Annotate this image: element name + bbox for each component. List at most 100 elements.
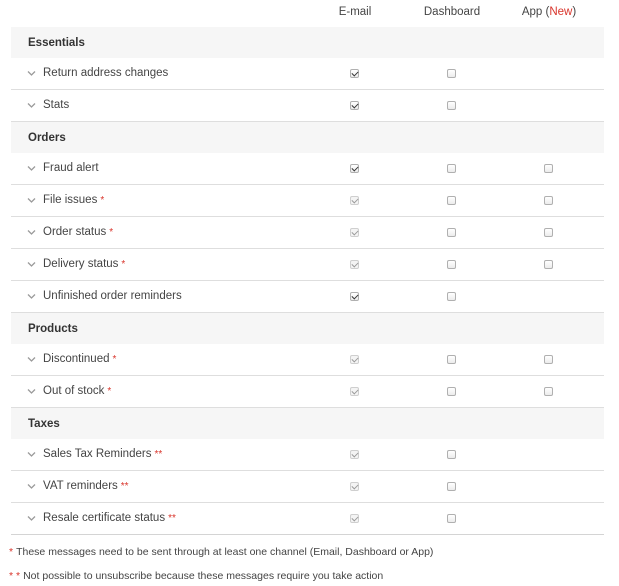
setting-label-text: Resale certificate status xyxy=(43,512,166,524)
section-title: Orders xyxy=(28,131,66,144)
notification-settings-table: Essentials Return address changes Stats Ord… xyxy=(11,27,604,535)
dashboard-checkbox[interactable] xyxy=(447,228,456,237)
email-checkbox xyxy=(350,260,359,269)
setting-label-text: Return address changes xyxy=(43,67,169,79)
setting-label: File issues * xyxy=(43,194,104,206)
setting-label-text: Fraud alert xyxy=(43,162,99,174)
setting-label: Unfinished order reminders xyxy=(43,290,182,302)
column-header-app-label: App ( xyxy=(521,6,550,18)
setting-label-text: Stats xyxy=(43,99,70,111)
setting-row: Return address changes xyxy=(11,58,604,90)
setting-label-text: Discontinued xyxy=(43,353,110,365)
setting-label-text: Sales Tax Reminders xyxy=(43,448,152,460)
chevron-down-icon[interactable] xyxy=(27,196,36,205)
required-mark: * xyxy=(107,386,112,397)
required-mark: * xyxy=(109,227,114,238)
chevron-down-icon[interactable] xyxy=(27,482,36,491)
setting-label: Fraud alert xyxy=(43,162,99,174)
chevron-down-icon[interactable] xyxy=(27,355,36,364)
app-checkbox[interactable] xyxy=(544,196,553,205)
section-title: Products xyxy=(28,322,78,335)
setting-row: Fraud alert xyxy=(11,153,604,185)
section-header-products: Products xyxy=(11,313,604,344)
setting-row: Resale certificate status ** xyxy=(11,503,604,535)
email-checkbox xyxy=(350,228,359,237)
chevron-down-icon[interactable] xyxy=(27,260,36,269)
required-mark: ** xyxy=(154,449,163,460)
dashboard-checkbox[interactable] xyxy=(447,292,456,301)
dashboard-checkbox[interactable] xyxy=(447,101,456,110)
setting-label-text: Unfinished order reminders xyxy=(43,290,182,302)
column-header-app: App (New) xyxy=(522,6,576,18)
chevron-down-icon[interactable] xyxy=(27,514,36,523)
section-header-taxes: Taxes xyxy=(11,408,604,439)
dashboard-checkbox[interactable] xyxy=(447,355,456,364)
email-checkbox xyxy=(350,196,359,205)
setting-label-text: Out of stock xyxy=(43,385,105,397)
setting-label: Return address changes xyxy=(43,67,168,79)
required-mark: ** xyxy=(120,481,129,492)
footnote-text: Not possible to unsubscribe because thes… xyxy=(23,570,384,582)
setting-row: Sales Tax Reminders ** xyxy=(11,439,604,471)
app-checkbox[interactable] xyxy=(544,228,553,237)
setting-row: Stats xyxy=(11,90,604,122)
chevron-down-icon[interactable] xyxy=(27,69,36,78)
app-checkbox[interactable] xyxy=(544,164,553,173)
setting-row: Order status * xyxy=(11,217,604,249)
email-checkbox xyxy=(350,387,359,396)
dashboard-checkbox[interactable] xyxy=(447,164,456,173)
setting-label: Delivery status * xyxy=(43,258,125,270)
required-mark: * xyxy=(100,195,105,206)
setting-row: Out of stock * xyxy=(11,376,604,408)
dashboard-checkbox[interactable] xyxy=(447,260,456,269)
setting-label-text: File issues xyxy=(43,194,98,206)
setting-label: Out of stock * xyxy=(43,385,111,397)
required-mark: * xyxy=(112,354,117,365)
dashboard-checkbox[interactable] xyxy=(447,196,456,205)
email-checkbox xyxy=(350,514,359,523)
footnote-mark: * xyxy=(9,546,14,558)
section-title: Taxes xyxy=(28,417,60,430)
setting-label-text: Order status xyxy=(43,226,107,238)
dashboard-checkbox[interactable] xyxy=(447,387,456,396)
chevron-down-icon[interactable] xyxy=(27,228,36,237)
app-checkbox[interactable] xyxy=(544,387,553,396)
chevron-down-icon[interactable] xyxy=(27,164,36,173)
app-checkbox[interactable] xyxy=(544,355,553,364)
setting-label-text: VAT reminders xyxy=(43,480,118,492)
app-checkbox[interactable] xyxy=(544,260,553,269)
setting-label: Stats xyxy=(43,99,69,111)
chevron-down-icon[interactable] xyxy=(27,101,36,110)
column-header-app-close: ) xyxy=(572,6,577,18)
section-header-orders: Orders xyxy=(11,122,604,153)
chevron-down-icon[interactable] xyxy=(27,387,36,396)
chevron-down-icon[interactable] xyxy=(27,450,36,459)
footnotes: * These messages need to be sent through … xyxy=(9,546,433,586)
column-header-row: E-mail Dashboard App (New) xyxy=(0,0,619,26)
setting-row: VAT reminders ** xyxy=(11,471,604,503)
setting-label: Discontinued * xyxy=(43,353,116,365)
setting-row: Discontinued * xyxy=(11,344,604,376)
email-checkbox[interactable] xyxy=(350,164,359,173)
footnote-text: These messages need to be sent through a… xyxy=(16,546,434,558)
email-checkbox[interactable] xyxy=(350,292,359,301)
new-badge: New xyxy=(549,6,573,18)
required-mark: ** xyxy=(168,513,176,524)
email-checkbox xyxy=(350,482,359,491)
setting-label: Resale certificate status ** xyxy=(43,512,176,524)
footnote-single-star: * These messages need to be sent through … xyxy=(9,546,433,570)
section-header-essentials: Essentials xyxy=(11,27,604,58)
setting-label: Order status * xyxy=(43,226,113,238)
setting-row: File issues * xyxy=(11,185,604,217)
dashboard-checkbox[interactable] xyxy=(447,514,456,523)
email-checkbox[interactable] xyxy=(350,101,359,110)
column-header-dashboard: Dashboard xyxy=(423,6,481,18)
chevron-down-icon[interactable] xyxy=(27,292,36,301)
email-checkbox[interactable] xyxy=(350,69,359,78)
required-mark: * xyxy=(121,259,126,270)
dashboard-checkbox[interactable] xyxy=(447,450,456,459)
dashboard-checkbox[interactable] xyxy=(447,69,456,78)
dashboard-checkbox[interactable] xyxy=(447,482,456,491)
column-header-email: E-mail xyxy=(338,6,372,18)
footnote-mark: * * xyxy=(9,570,21,582)
